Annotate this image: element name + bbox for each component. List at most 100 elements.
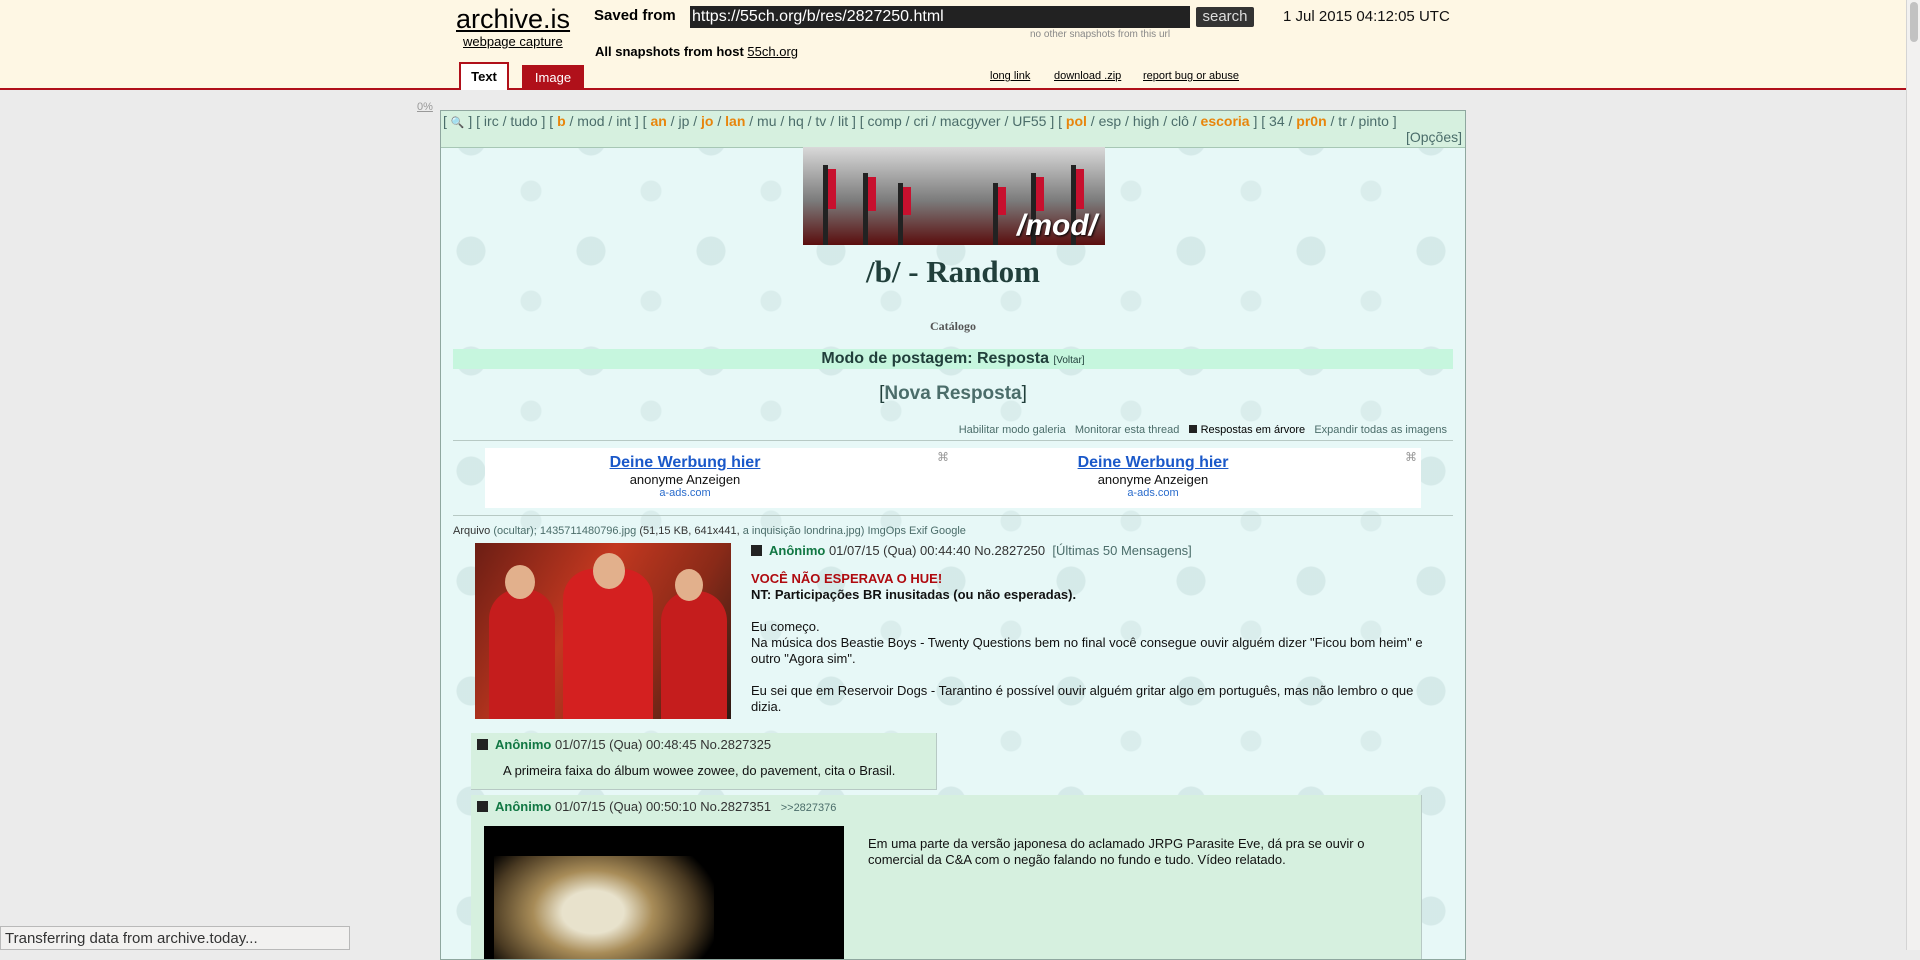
post-checkbox[interactable] [477,801,488,812]
board-link-highlight[interactable]: lan [725,113,745,129]
op-image[interactable] [475,543,731,719]
posting-mode-bar: Modo de postagem: Resposta [Voltar] [453,349,1453,369]
board-link-text[interactable]: / esp / high / clô / [1087,113,1201,129]
search-button[interactable]: search [1196,7,1254,27]
board-link-highlight[interactable]: escoria [1201,113,1250,129]
post-date: 01/07/15 (Qua) 00:50:10 [554,799,697,814]
download-zip-link[interactable]: download .zip [1054,70,1121,82]
board-navbar: [ 🔍 ] [ irc / tudo ] [ b / mod / int ] [… [441,111,1465,148]
archive-header: archive.is webpage capture Saved from ht… [0,0,1920,90]
nova-resposta: [Nova Resposta] [879,383,1027,404]
last-50-link[interactable]: [Últimas 50 Mensagens] [1052,543,1191,558]
file-tools-links[interactable]: ImgOps Exif Google [867,525,965,537]
reply-body: Em uma parte da versão japonesa do aclam… [868,836,1365,867]
poster-name: Anônimo [495,737,552,752]
board-link-text[interactable]: [ [443,113,451,129]
ads-block: Deine Werbung hier anonyme Anzeigen a-ad… [485,448,1421,508]
poster-name: Anônimo [769,543,826,558]
op-body: VOCÊ NÃO ESPERAVA O HUE! NT: Participaçõ… [751,571,1431,715]
ad-url[interactable]: a-ads.com [953,487,1353,499]
arvore-link[interactable]: Respostas em árvore [1201,424,1306,436]
op-line: Eu começo. [751,619,820,634]
all-snapshots-label: All snapshots from host [595,44,744,59]
file-original-name[interactable]: a inquisição londrina.jpg) [743,525,865,537]
board-link-highlight[interactable]: pr0n [1296,113,1326,129]
saved-url-field[interactable]: https://55ch.org/b/res/2827250.html [690,6,1190,28]
board-link-text[interactable]: ] [ irc / tudo ] [ [464,113,557,129]
op-header: Anônimo 01/07/15 (Qua) 00:44:40 No.28272… [751,543,1192,558]
op-line: Na música dos Beastie Boys - Twenty Ques… [751,635,1423,666]
post-checkbox[interactable] [751,545,762,556]
ad-title[interactable]: Deine Werbung hier [485,454,885,472]
report-bug-link[interactable]: report bug or abuse [1143,70,1239,82]
reply-body: A primeira faixa do álbum wowee zowee, d… [503,763,896,778]
board-link-highlight[interactable]: b [557,113,566,129]
galeria-link[interactable]: Habilitar modo galeria [959,424,1066,436]
browser-status-bar: Transferring data from archive.today... [0,926,350,950]
post-checkbox[interactable] [477,739,488,750]
board-link-text[interactable]: / mu / hq / tv / lit ] [ comp / cri / ma… [745,113,1066,129]
voltar-link[interactable]: [Voltar] [1053,355,1084,366]
ad-url[interactable]: a-ads.com [485,487,885,499]
op-line: VOCÊ NÃO ESPERAVA O HUE! [751,571,943,586]
posting-mode-text: Modo de postagem: Resposta [821,350,1049,367]
file-name-link[interactable]: 1435711480796.jpg [540,525,636,537]
ad-subtitle: anonyme Anzeigen [1097,472,1209,487]
progress-percent[interactable]: 0% [417,101,433,113]
post-number-link[interactable]: No.2827325 [700,737,771,752]
hide-file-link[interactable]: (ocultar); [493,525,536,537]
tab-image[interactable]: Image [522,65,584,88]
reply-post: Anônimo 01/07/15 (Qua) 00:50:10 No.28273… [471,795,1422,959]
host-link[interactable]: 55ch.org [747,44,798,59]
opcoes-link[interactable]: [Opções] [1406,129,1462,145]
post-date: 01/07/15 (Qua) 00:48:45 [554,737,697,752]
captured-page: [ 🔍 ] [ irc / tudo ] [ b / mod / int ] [… [440,110,1466,960]
board-list[interactable]: [ 🔍 ] [ irc / tudo ] [ b / mod / int ] [… [443,113,1397,129]
op-file-info: Arquivo (ocultar); 1435711480796.jpg (51… [453,525,966,537]
ad-info-icon[interactable]: ⌘ [1405,450,1417,464]
board-link-text[interactable]: ] [ 34 / [1250,113,1297,129]
board-link-highlight[interactable]: an [650,113,666,129]
reply-header: Anônimo 01/07/15 (Qua) 00:50:10 No.28273… [477,799,836,814]
poster-name: Anônimo [495,799,552,814]
post-number-link[interactable]: No.2827351 [700,799,771,814]
webpage-capture-link[interactable]: webpage capture [463,34,563,49]
nova-resposta-link[interactable]: Nova Resposta [884,383,1021,404]
expandir-link[interactable]: Expandir todas as imagens [1314,424,1447,436]
banner-text: /mod/ [1017,209,1097,242]
board-link-highlight[interactable]: pol [1066,113,1087,129]
reply-image[interactable] [484,826,844,959]
all-snapshots-line: All snapshots from host 55ch.org [595,44,798,59]
divider [453,440,1453,441]
thread-options: Habilitar modo galeria Monitorar esta th… [959,424,1447,436]
reply-post: Anônimo 01/07/15 (Qua) 00:48:45 No.28273… [471,733,937,790]
board-link-text[interactable]: / jp / [667,113,701,129]
capture-date: 1 Jul 2015 04:12:05 UTC [1283,8,1450,25]
ad-left[interactable]: Deine Werbung hier anonyme Anzeigen a-ad… [485,454,885,499]
post-date: 01/07/15 (Qua) 00:44:40 [828,543,971,558]
backlink[interactable]: >>2827376 [781,802,837,814]
ad-info-icon[interactable]: ⌘ [937,450,949,464]
board-link-text[interactable]: / mod / int ] [ [566,113,651,129]
ad-right[interactable]: Deine Werbung hier anonyme Anzeigen a-ad… [953,454,1353,499]
board-title: /b/ - Random [866,254,1040,289]
no-other-snapshots-text: no other snapshots from this url [1030,29,1171,40]
scrollbar-thumb[interactable] [1910,2,1918,42]
monitorar-link[interactable]: Monitorar esta thread [1075,424,1180,436]
post-number-link[interactable]: No.2827250 [974,543,1045,558]
search-icon[interactable]: 🔍 [451,117,465,129]
file-meta: (51,15 KB, 641x441, [639,525,740,537]
board-link-highlight[interactable]: jo [701,113,713,129]
tab-text[interactable]: Text [459,62,509,90]
board-link-text[interactable]: / tr / pinto ] [1327,113,1397,129]
reply-header: Anônimo 01/07/15 (Qua) 00:48:45 No.28273… [477,737,771,752]
ad-title[interactable]: Deine Werbung hier [953,454,1353,472]
saved-from-label: Saved from [594,7,676,24]
archive-logo[interactable]: archive.is [456,4,570,35]
catalogo-link[interactable]: Catálogo [441,319,1465,334]
checkbox-icon[interactable] [1188,425,1197,433]
vertical-scrollbar[interactable] [1906,0,1920,950]
long-link[interactable]: long link [990,70,1030,82]
board-link-text[interactable]: / [713,113,725,129]
board-banner-image: /mod/ [803,147,1105,245]
